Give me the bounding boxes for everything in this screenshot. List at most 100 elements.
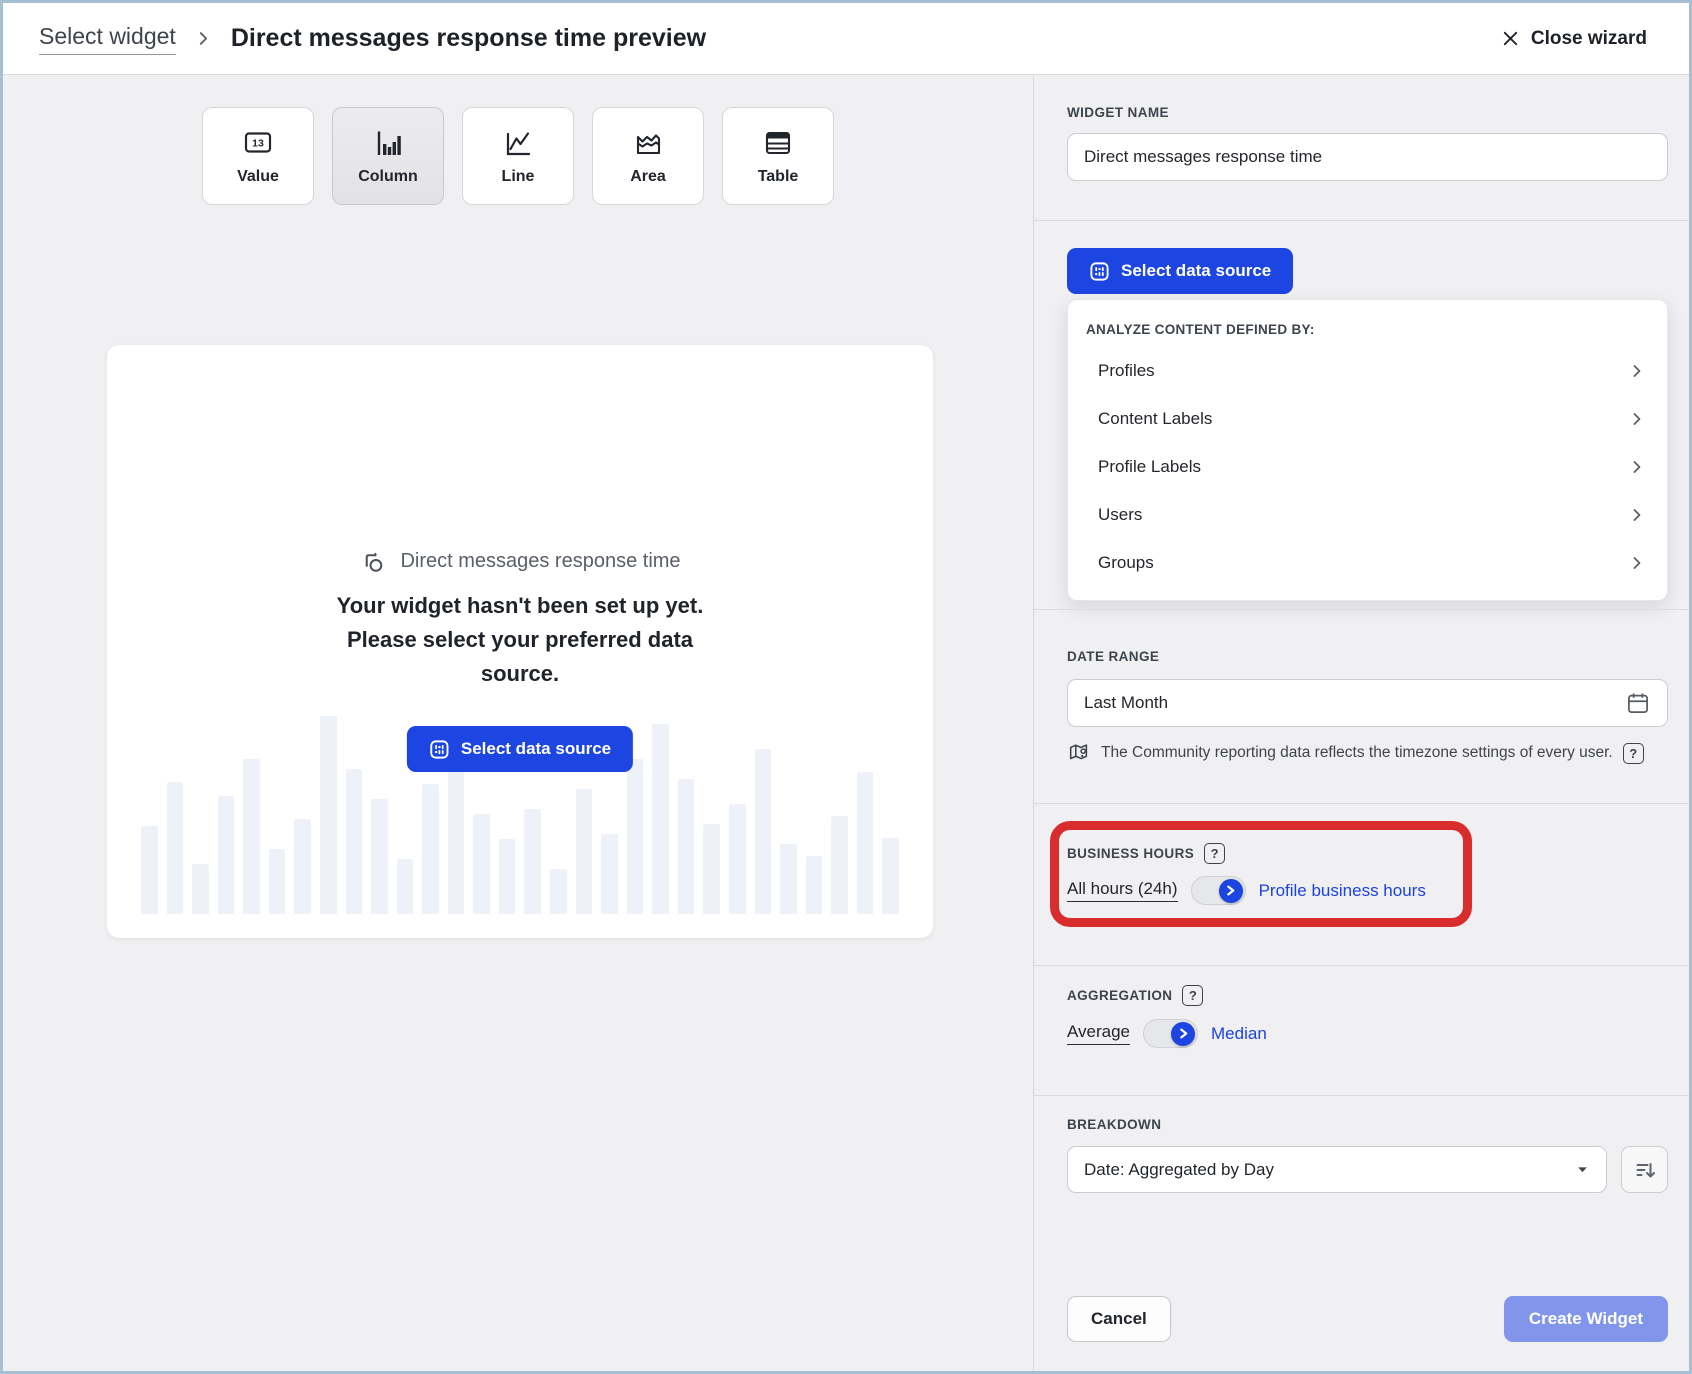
timezone-note: The Community reporting data reflects th… — [1067, 741, 1668, 765]
toggle-knob-chevron-icon — [1219, 879, 1243, 903]
widget-wizard-window: Select widget Direct messages response t… — [0, 0, 1692, 1374]
analyze-option-profile-labels[interactable]: Profile Labels — [1086, 443, 1649, 491]
toggle-knob-chevron-icon — [1171, 1022, 1195, 1046]
empty-state-message: Your widget hasn't been set up yet. Plea… — [107, 589, 933, 691]
svg-text:13: 13 — [252, 137, 264, 149]
section-divider — [1034, 609, 1689, 610]
caret-down-icon — [1575, 1162, 1590, 1177]
date-range-select[interactable]: Last Month — [1067, 679, 1668, 727]
data-source-icon — [1089, 261, 1110, 282]
select-data-source-button-preview[interactable]: Select data source — [407, 726, 633, 772]
widget-type-line[interactable]: Line — [462, 107, 574, 205]
close-icon — [1501, 29, 1520, 48]
widget-name-value: Direct messages response time — [1084, 147, 1322, 167]
widget-type-selector: 13 Value Column Line Area — [202, 107, 834, 205]
placeholder-bar — [755, 749, 772, 914]
placeholder-bar — [269, 849, 286, 914]
placeholder-bar — [524, 809, 541, 914]
widget-type-area[interactable]: Area — [592, 107, 704, 205]
breakdown-select[interactable]: Date: Aggregated by Day — [1067, 1146, 1607, 1193]
help-icon[interactable]: ? — [1182, 985, 1203, 1006]
analyze-content-header: ANALYZE CONTENT DEFINED BY: — [1086, 322, 1649, 337]
calendar-icon — [1625, 690, 1651, 716]
aggregation-label: AGGREGATION — [1067, 988, 1172, 1003]
business-hours-highlight — [1050, 821, 1472, 927]
placeholder-bar — [218, 796, 235, 914]
select-data-source-label: Select data source — [461, 739, 611, 759]
aggregation-toggle-row: Average Median — [1067, 1019, 1267, 1048]
placeholder-bar — [857, 772, 874, 914]
chevron-right-icon — [1629, 555, 1645, 571]
breadcrumb-back-link[interactable]: Select widget — [39, 23, 176, 55]
section-divider — [1034, 220, 1689, 221]
select-data-source-label: Select data source — [1121, 261, 1271, 281]
widget-settings-panel: WIDGET NAME Direct messages response tim… — [1033, 75, 1689, 1371]
analyze-option-profiles[interactable]: Profiles — [1086, 347, 1649, 395]
help-icon[interactable]: ? — [1204, 843, 1225, 864]
placeholder-bar — [346, 769, 363, 914]
placeholder-bar — [294, 819, 311, 914]
table-icon — [761, 127, 795, 159]
analyze-option-label: Profile Labels — [1098, 457, 1201, 477]
placeholder-bar — [167, 782, 184, 914]
help-icon[interactable]: ? — [1623, 743, 1644, 764]
aggregation-label-row: AGGREGATION ? — [1067, 985, 1203, 1006]
widget-name-input[interactable]: Direct messages response time — [1067, 133, 1668, 181]
widget-type-label: Line — [502, 168, 535, 186]
placeholder-bar — [882, 838, 899, 914]
close-wizard-button[interactable]: Close wizard — [1495, 27, 1653, 51]
business-hours-toggle[interactable] — [1191, 876, 1246, 905]
profile-business-hours-option[interactable]: Profile business hours — [1259, 881, 1426, 901]
select-data-source-button[interactable]: Select data source — [1067, 248, 1293, 294]
analyze-option-users[interactable]: Users — [1086, 491, 1649, 539]
preview-widget-title: Direct messages response time — [400, 550, 680, 573]
placeholder-bar — [371, 799, 388, 914]
business-hours-label: BUSINESS HOURS — [1067, 846, 1194, 861]
all-hours-option[interactable]: All hours (24h) — [1067, 879, 1178, 902]
average-option[interactable]: Average — [1067, 1022, 1130, 1045]
data-source-icon — [429, 739, 450, 760]
analyze-option-label: Groups — [1098, 553, 1154, 573]
analyze-option-content-labels[interactable]: Content Labels — [1086, 395, 1649, 443]
placeholder-bar — [192, 864, 209, 914]
chevron-right-icon — [1629, 507, 1645, 523]
placeholder-bar — [141, 826, 158, 914]
date-range-label: DATE RANGE — [1067, 649, 1159, 664]
timezone-note-text: The Community reporting data reflects th… — [1101, 744, 1613, 762]
analyze-option-groups[interactable]: Groups — [1086, 539, 1649, 587]
cancel-button[interactable]: Cancel — [1067, 1296, 1171, 1342]
widget-preview-card: Direct messages response time Your widge… — [107, 345, 933, 938]
placeholder-bar — [729, 804, 746, 914]
placeholder-bar — [397, 859, 414, 914]
median-option[interactable]: Median — [1211, 1024, 1267, 1044]
placeholder-bar — [576, 789, 593, 914]
business-hours-label-row: BUSINESS HOURS ? — [1067, 843, 1225, 864]
widget-type-label: Area — [630, 168, 666, 186]
sort-descending-icon — [1633, 1158, 1657, 1182]
widget-type-column[interactable]: Column — [332, 107, 444, 205]
placeholder-bar — [243, 759, 260, 914]
chevron-right-icon — [1629, 459, 1645, 475]
placeholder-bar — [678, 779, 695, 914]
chevron-right-icon — [1629, 411, 1645, 427]
placeholder-bar — [550, 869, 567, 914]
placeholder-bar — [627, 759, 644, 914]
chevron-right-icon — [195, 30, 212, 47]
preview-area: 13 Value Column Line Area — [3, 75, 1033, 1371]
sort-order-button[interactable] — [1621, 1146, 1668, 1193]
placeholder-bar — [499, 839, 516, 914]
breakdown-row: Date: Aggregated by Day — [1067, 1146, 1668, 1193]
empty-state-line: source. — [107, 657, 933, 691]
widget-type-value[interactable]: 13 Value — [202, 107, 314, 205]
empty-state-line: Your widget hasn't been set up yet. — [107, 589, 933, 623]
create-widget-button[interactable]: Create Widget — [1504, 1296, 1668, 1342]
aggregation-toggle[interactable] — [1143, 1019, 1198, 1048]
widget-type-table[interactable]: Table — [722, 107, 834, 205]
close-wizard-label: Close wizard — [1531, 28, 1647, 50]
timezone-map-icon — [1067, 741, 1091, 765]
placeholder-bar — [806, 856, 823, 914]
placeholder-bar — [780, 844, 797, 914]
area-chart-icon — [631, 127, 665, 159]
section-divider — [1034, 965, 1689, 966]
analyze-content-dropdown: ANALYZE CONTENT DEFINED BY: Profiles Con… — [1067, 299, 1668, 601]
